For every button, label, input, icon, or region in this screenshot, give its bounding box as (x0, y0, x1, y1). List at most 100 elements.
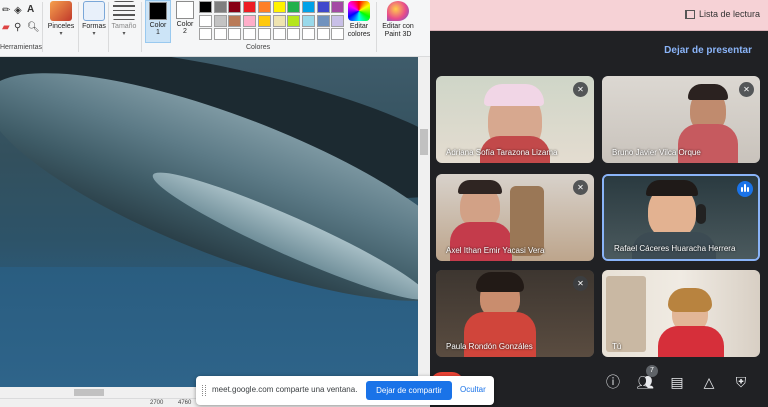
bookshelf (606, 276, 646, 352)
participant-tile[interactable]: ✕ Adriana Sofía Tarazona Lizama (436, 76, 594, 163)
paint-ribbon: ✏ ◈ A ▰ ⚲ 🔍︎ Herramientas Pinceles ▾ For… (0, 0, 430, 57)
palette-color-swatch[interactable] (316, 1, 330, 13)
participant-tile[interactable]: ✕ Bruno Javier Vilca Orque (602, 76, 760, 163)
participant-hair (476, 272, 524, 292)
palette-color-swatch[interactable] (287, 1, 301, 13)
edit-colors-label: Editar colores (347, 23, 371, 38)
palette-color-swatch[interactable] (199, 28, 212, 40)
fill-icon[interactable]: ◈ (14, 5, 22, 16)
palette-color-swatch[interactable] (257, 1, 271, 13)
palette-color-swatch[interactable] (228, 28, 242, 40)
palette-color-swatch[interactable] (257, 14, 271, 27)
chevron-down-icon: ▾ (59, 31, 63, 37)
ribbon-separator (108, 2, 109, 52)
hide-button[interactable]: Ocultar (460, 385, 486, 394)
ribbon-separator (42, 2, 43, 52)
magnifier-icon[interactable]: 🔍︎ (27, 22, 40, 33)
palette-color-swatch[interactable] (331, 14, 345, 27)
color1-swatch (149, 2, 167, 20)
participant-name: Tú (612, 342, 622, 351)
status-left: 2700 (150, 400, 164, 406)
participant-tile-speaking[interactable]: Rafael Cáceres Huaracha Herrera (602, 174, 760, 261)
palette-color-swatch[interactable] (316, 28, 330, 40)
participant-name: Axel Ithan Emir Yacasi Vera (446, 246, 545, 255)
palette-color-swatch[interactable] (243, 1, 257, 13)
self-tile[interactable]: Tú (602, 270, 760, 357)
reading-list-button[interactable]: Lista de lectura (684, 9, 760, 19)
palette-color-swatch[interactable] (301, 28, 315, 40)
size-button[interactable]: Tamaño ▾ (110, 0, 138, 43)
palette-color-swatch[interactable] (316, 14, 330, 27)
participant-shirt (678, 124, 738, 163)
screen: ✏ ◈ A ▰ ⚲ 🔍︎ Herramientas Pinceles ▾ For… (0, 0, 768, 407)
participant-tile[interactable]: ✕ Paula Rondón Gonzáles (436, 270, 594, 357)
activities-icon[interactable]: △ (698, 371, 720, 393)
paint-canvas[interactable] (0, 57, 418, 387)
palette-color-swatch[interactable] (228, 14, 242, 27)
palette-color-swatch[interactable] (272, 28, 286, 40)
participant-headband (484, 84, 544, 106)
drag-handle-icon[interactable] (202, 385, 206, 396)
participant-shirt (658, 326, 724, 357)
participant-name: Paula Rondón Gonzáles (446, 342, 533, 351)
palette-color-swatch[interactable] (301, 14, 315, 27)
palette-color-swatch[interactable] (331, 28, 345, 40)
stop-presenting-button[interactable]: Dejar de presentar (664, 45, 752, 56)
palette-color-swatch[interactable] (287, 28, 301, 40)
chat-icon[interactable]: ▤ (666, 371, 688, 393)
participant-tile[interactable]: ✕ Axel Ithan Emir Yacasi Vera (436, 174, 594, 261)
participant-hair (646, 180, 698, 196)
mic-off-icon: ✕ (573, 180, 588, 195)
shapes-button[interactable]: Formas ▾ (80, 0, 108, 43)
palette-color-swatch[interactable] (301, 1, 315, 13)
edit-paint3d-label: Editar con Paint 3D (382, 23, 414, 38)
tools-group: ✏ ◈ A ▰ ⚲ 🔍︎ (0, 2, 40, 40)
edit-paint3d-button[interactable]: Editar con Paint 3D (380, 0, 416, 43)
shapes-label: Formas (82, 23, 106, 30)
shapes-icon (83, 1, 105, 21)
palette-color-swatch[interactable] (257, 28, 271, 40)
palette-color-swatch[interactable] (272, 1, 286, 13)
palette-color-swatch[interactable] (243, 28, 257, 40)
text-icon[interactable]: A (27, 4, 34, 15)
vertical-scrollbar[interactable] (418, 57, 430, 387)
color1-selector[interactable]: Color 1 (145, 0, 171, 43)
ribbon-separator (78, 2, 79, 52)
palette-color-swatch[interactable] (272, 14, 286, 27)
pencil-icon[interactable]: ✏ (2, 5, 10, 16)
scrollbar-thumb[interactable] (74, 389, 104, 396)
palette-color-swatch[interactable] (331, 1, 345, 13)
palette-color-swatch[interactable] (287, 14, 301, 27)
paint3d-icon (387, 1, 409, 21)
reading-list-label: Lista de lectura (698, 9, 760, 19)
color2-selector[interactable]: Color 2 (172, 0, 198, 43)
palette-color-swatch[interactable] (213, 28, 227, 40)
palette-color-swatch[interactable] (228, 1, 242, 13)
brushes-label: Pinceles (47, 23, 75, 30)
participant-name: Bruno Javier Vilca Orque (612, 148, 701, 157)
color2-swatch (176, 1, 194, 19)
palette-color-swatch[interactable] (199, 1, 212, 13)
screen-share-bar: meet.google.com comparte una ventana. De… (196, 376, 494, 405)
color-picker-icon[interactable]: ⚲ (14, 22, 21, 33)
chevron-down-icon: ▾ (122, 31, 126, 37)
share-message: meet.google.com comparte una ventana. (212, 385, 358, 394)
scrollbar-thumb[interactable] (420, 129, 428, 155)
size-label: Tamaño (111, 23, 137, 30)
people-icon[interactable]: 👥︎ 7 (634, 365, 658, 393)
edit-colors-button[interactable]: Editar colores (345, 0, 373, 43)
meet-window: Dejar de presentar ✕ Adriana Sofía Taraz… (430, 31, 768, 407)
palette-color-swatch[interactable] (213, 14, 227, 27)
color2-label: Color 2 (176, 21, 194, 35)
info-icon[interactable]: ⓘ (602, 371, 624, 393)
palette-color-swatch[interactable] (243, 14, 257, 27)
stop-sharing-button[interactable]: Dejar de compartir (366, 381, 452, 400)
brushes-button[interactable]: Pinceles ▾ (46, 0, 76, 43)
host-controls-icon[interactable]: ⛨ (730, 371, 752, 393)
eraser-icon[interactable]: ▰ (2, 22, 10, 33)
palette-color-swatch[interactable] (213, 1, 227, 13)
line-size-icon (113, 1, 135, 21)
status-mid: 4760 (178, 400, 192, 406)
palette-color-swatch[interactable] (199, 14, 212, 27)
meeting-controls: ⓘ 👥︎ 7 ▤ △ ⛨ (600, 365, 760, 399)
